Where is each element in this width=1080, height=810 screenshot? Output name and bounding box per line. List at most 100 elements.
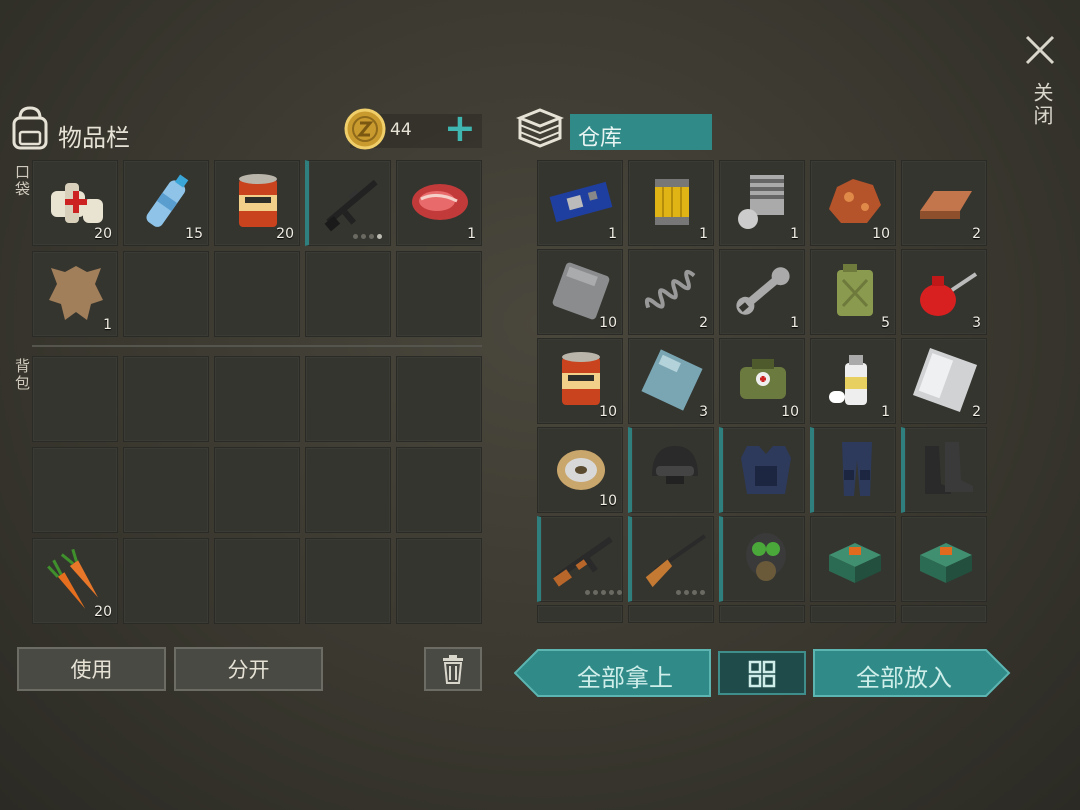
empty-slot[interactable] [719,605,805,623]
item-slot-spring[interactable]: 2 [628,249,714,335]
sort-button[interactable] [718,651,806,695]
item-count: 10 [599,404,617,420]
ak-rifle-icon [553,536,613,587]
item-count: 20 [94,604,112,620]
empty-slot[interactable] [305,538,391,624]
empty-slot[interactable] [123,356,209,442]
spray-can-icon [829,355,867,405]
item-slot-m16-rifle[interactable] [305,160,391,246]
swat-vest-icon [741,446,791,494]
animal-hide-icon [49,266,103,320]
take-all-button[interactable]: 全部拿上 [540,658,710,693]
steel-sheet-icon [912,347,978,413]
empty-slot[interactable] [214,251,300,337]
item-slot-medkit-bag[interactable]: 10 [719,338,805,424]
item-slot-spray-can[interactable]: 1 [810,338,896,424]
empty-slot[interactable] [305,251,391,337]
item-slot-swat-pants[interactable] [810,427,896,513]
item-slot-animal-hide[interactable]: 1 [32,251,118,337]
split-button[interactable]: 分开 [174,647,323,691]
add-coins-button[interactable]: + [444,108,476,148]
item-count: 2 [972,404,981,420]
empty-slot[interactable] [123,447,209,533]
empty-slot[interactable] [32,356,118,442]
item-slot-ak-rifle[interactable] [537,516,623,602]
backpack-label: 背包 [13,358,31,392]
use-button[interactable]: 使用 [17,647,166,691]
durability-dots [585,590,622,595]
item-slot-swat-boots[interactable] [901,427,987,513]
item-slot-raw-meat[interactable]: 1 [396,160,482,246]
item-count: 1 [790,226,799,242]
item-count: 10 [872,226,890,242]
item-slot-wrench[interactable]: 1 [719,249,805,335]
item-slot-copper-ingot[interactable]: 2 [901,160,987,246]
empty-slot[interactable] [396,356,482,442]
item-slot-engine-cylinder[interactable]: 1 [719,160,805,246]
item-slot-swat-vest[interactable] [719,427,805,513]
item-slot-wire-spool[interactable]: 10 [537,427,623,513]
empty-slot[interactable] [396,538,482,624]
empty-slot[interactable] [214,356,300,442]
engine-cylinder-icon [738,175,784,229]
gas-mask-icon [746,533,786,581]
glass-plate-icon [641,349,703,411]
item-count: 10 [599,315,617,331]
item-slot-ore[interactable]: 10 [810,160,896,246]
item-slot-steel-sheet[interactable]: 2 [901,338,987,424]
storage-icon [516,108,564,148]
explosive-crate-icon [920,543,972,583]
empty-slot[interactable] [123,538,209,624]
trash-button[interactable] [424,647,482,691]
close-icon [1025,35,1055,65]
coin-count: 44 [390,120,412,140]
raw-meat-icon [412,184,468,220]
oil-can-icon [920,272,978,316]
item-slot-metal-plate[interactable]: 10 [537,249,623,335]
empty-slot[interactable] [214,447,300,533]
item-slot-water-bottle[interactable]: 15 [123,160,209,246]
copper-ingot-icon [920,191,972,219]
item-slot-explosive-crate[interactable] [810,516,896,602]
item-slot-oil-can[interactable]: 3 [901,249,987,335]
item-slot-glass-plate[interactable]: 3 [628,338,714,424]
m16-rifle-icon [324,179,378,232]
storage-title: 仓库 [578,126,623,151]
empty-slot[interactable] [32,447,118,533]
close-label: 关闭 [1030,82,1054,128]
grid-icon [748,660,776,688]
coin-icon [344,108,386,150]
empty-slot[interactable] [537,605,623,623]
empty-slot[interactable] [396,447,482,533]
inventory-title: 物品栏 [58,124,130,152]
empty-slot[interactable] [628,605,714,623]
circuit-board-icon [549,181,613,223]
item-slot-explosive-crate[interactable] [901,516,987,602]
item-count: 1 [790,315,799,331]
item-slot-canned-food[interactable]: 10 [537,338,623,424]
item-slot-canned-food[interactable]: 20 [214,160,300,246]
wrench-icon [736,267,790,315]
empty-slot[interactable] [810,605,896,623]
item-slot-oil-filter[interactable]: 1 [628,160,714,246]
empty-slot[interactable] [123,251,209,337]
put-all-button[interactable]: 全部放入 [815,658,993,693]
durability-dots [676,590,705,595]
item-slot-hunting-rifle[interactable] [628,516,714,602]
empty-slot[interactable] [305,356,391,442]
item-slot-circuit-board[interactable]: 1 [537,160,623,246]
item-slot-jerry-can[interactable]: 5 [810,249,896,335]
swat-boots-icon [925,442,973,494]
empty-slot[interactable] [214,538,300,624]
item-count: 1 [608,226,617,242]
pocket-label: 口袋 [13,164,31,198]
item-slot-bandage[interactable]: 20 [32,160,118,246]
empty-slot[interactable] [901,605,987,623]
item-slot-gas-mask[interactable] [719,516,805,602]
empty-slot[interactable] [305,447,391,533]
item-slot-swat-helmet[interactable] [628,427,714,513]
item-slot-carrots[interactable]: 20 [32,538,118,624]
empty-slot[interactable] [396,251,482,337]
close-button[interactable]: 关闭 [1020,30,1060,140]
durability-dots [353,234,382,239]
